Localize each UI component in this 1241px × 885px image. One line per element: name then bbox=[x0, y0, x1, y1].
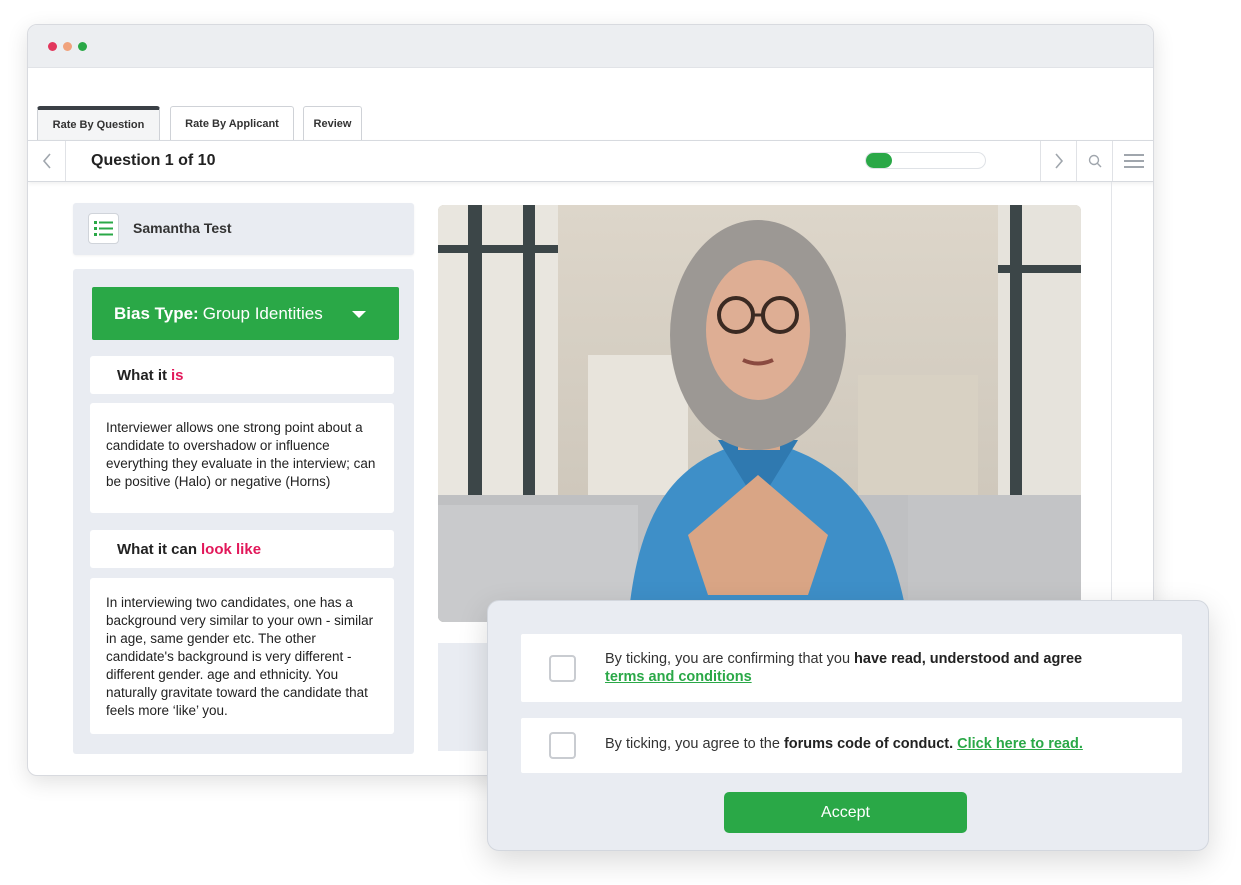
terms-prefix: By ticking, you are confirming that you bbox=[605, 651, 855, 667]
menu-button[interactable] bbox=[1112, 141, 1153, 181]
tab-rate-by-applicant[interactable]: Rate By Applicant bbox=[170, 106, 294, 140]
what-it-is-text: Interviewer allows one strong point abou… bbox=[90, 403, 394, 513]
terms-checkbox[interactable] bbox=[549, 655, 576, 682]
previous-question-button[interactable] bbox=[28, 141, 66, 181]
candidate-list-button[interactable] bbox=[88, 213, 119, 244]
tab-review[interactable]: Review bbox=[303, 106, 362, 140]
terms-consent-row: By ticking, you are confirming that you … bbox=[521, 634, 1182, 702]
accept-button[interactable]: Accept bbox=[724, 792, 967, 833]
question-bar: Question 1 of 10 bbox=[28, 140, 1153, 182]
bias-type-label: Bias Type: bbox=[114, 303, 199, 323]
video-frame-image bbox=[438, 205, 1081, 622]
conduct-bold: forums code of conduct. bbox=[783, 736, 954, 752]
conduct-prefix: By ticking, you agree to the bbox=[605, 736, 784, 752]
list-icon bbox=[94, 221, 113, 236]
what-it-is-accent: is bbox=[171, 366, 184, 384]
candidate-name: Samantha Test bbox=[133, 220, 232, 236]
terms-link[interactable]: terms and conditions bbox=[605, 669, 752, 685]
terms-bold: have read, understood and agree bbox=[854, 651, 1083, 667]
what-it-looks-like-heading: What it can look like bbox=[90, 530, 394, 568]
bias-type-dropdown[interactable]: Bias Type: Group Identities bbox=[92, 287, 399, 340]
title-bar bbox=[28, 25, 1153, 68]
consent-modal: By ticking, you are confirming that you … bbox=[487, 600, 1209, 851]
candidate-card: Samantha Test bbox=[73, 203, 414, 255]
next-question-button[interactable] bbox=[1040, 141, 1076, 181]
interview-video[interactable] bbox=[438, 205, 1081, 622]
looks-like-accent: look like bbox=[201, 540, 262, 558]
conduct-consent-row: By ticking, you agree to the forums code… bbox=[521, 718, 1182, 773]
minimize-window-dot[interactable] bbox=[63, 42, 72, 51]
conduct-link[interactable]: Click here to read. bbox=[957, 736, 1083, 752]
conduct-consent-text: By ticking, you agree to the forums code… bbox=[605, 736, 1083, 752]
maximize-window-dot[interactable] bbox=[78, 42, 87, 51]
search-button[interactable] bbox=[1076, 141, 1112, 181]
chevron-left-icon bbox=[42, 153, 51, 169]
bias-panel: Bias Type: Group Identities What it is I… bbox=[73, 269, 414, 754]
progress-bar bbox=[865, 152, 986, 169]
close-window-dot[interactable] bbox=[48, 42, 57, 51]
bias-type-value: Group Identities bbox=[202, 303, 323, 323]
caret-down-icon bbox=[352, 311, 366, 318]
tab-rate-by-question[interactable]: Rate By Question bbox=[37, 106, 160, 140]
question-title: Question 1 of 10 bbox=[91, 152, 216, 169]
terms-consent-text: By ticking, you are confirming that you … bbox=[605, 650, 1082, 686]
what-it-looks-like-text: In interviewing two candidates, one has … bbox=[90, 578, 394, 734]
conduct-checkbox[interactable] bbox=[549, 732, 576, 759]
content-divider bbox=[1111, 182, 1112, 622]
looks-like-prefix: What it can bbox=[117, 540, 198, 558]
hamburger-menu-icon bbox=[1124, 154, 1144, 168]
what-it-is-prefix: What it bbox=[117, 366, 167, 384]
progress-fill bbox=[866, 153, 893, 168]
search-icon bbox=[1088, 154, 1101, 168]
what-it-is-heading: What it is bbox=[90, 356, 394, 394]
chevron-right-icon bbox=[1054, 153, 1063, 169]
